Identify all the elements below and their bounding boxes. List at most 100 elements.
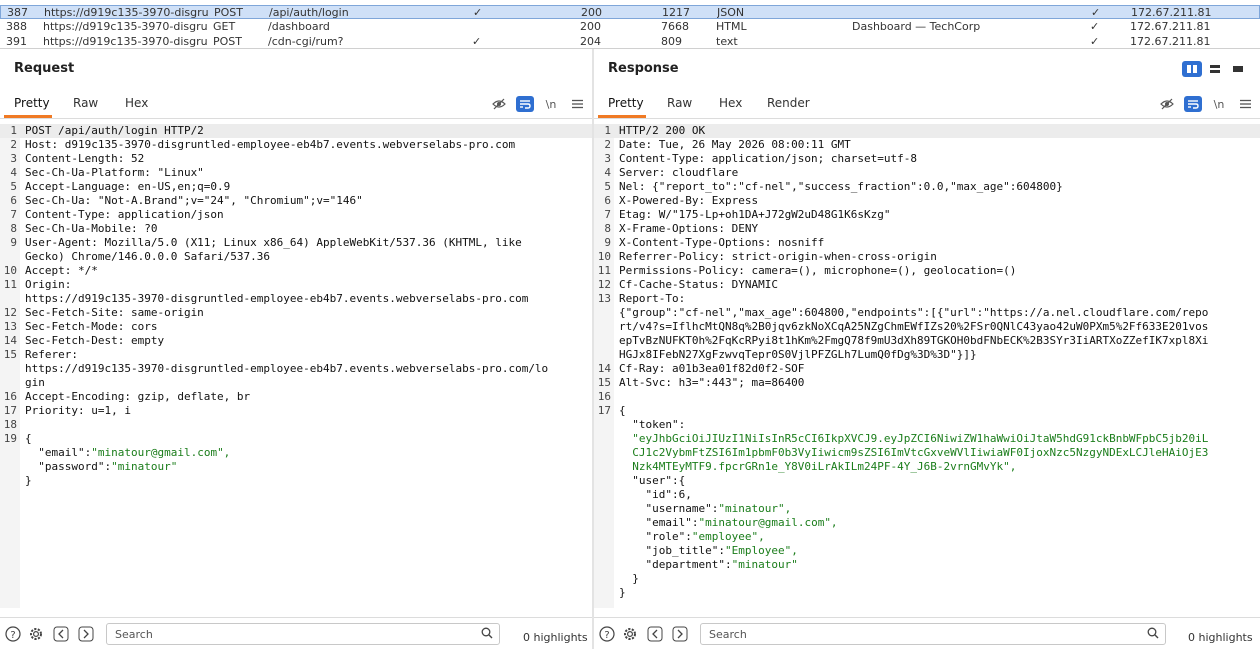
response-code-line: "user":{ (594, 474, 1260, 488)
arrow-right-icon[interactable] (77, 626, 95, 644)
request-code-line: https://d919c135-3970-disgruntled-employ… (0, 292, 592, 306)
response-code-line: "role":"employee", (594, 530, 1260, 544)
request-tab-pretty[interactable]: Pretty (14, 96, 50, 110)
response-tab-pretty[interactable]: Pretty (608, 96, 644, 110)
line-text: Content-Length: 52 (25, 152, 145, 165)
response-code-line: 9 X-Content-Type-Options: nosniff (594, 236, 1260, 250)
line-number: 17 (597, 404, 611, 417)
history-row[interactable]: 387 https://d919c135-3970-disgrun... POST /… (0, 5, 1260, 19)
history-cell-num: 388 (6, 20, 27, 33)
request-search-field[interactable] (106, 623, 500, 645)
request-tab-raw[interactable]: Raw (73, 96, 98, 110)
line-text: {"group":"cf-nel","max_age":604800,"endp… (619, 306, 1209, 319)
eye-slash-icon[interactable] (490, 96, 508, 112)
request-tab-hex[interactable]: Hex (125, 96, 148, 110)
line-text: { (619, 404, 626, 417)
request-code-line: 3 Content-Length: 52 (0, 152, 592, 166)
line-text: "eyJhbGciOiJIUzI1NiIsInR5cCI6IkpXVCJ9.ey… (619, 432, 1209, 445)
response-code-line: 12 Cf-Cache-Status: DYNAMIC (594, 278, 1260, 292)
response-tab-hex[interactable]: Hex (719, 96, 742, 110)
request-editor-tools: \n (490, 96, 586, 112)
response-code-line: } (594, 586, 1260, 600)
line-text: Sec-Ch-Ua: "Not-A.Brand";v="24", "Chromi… (25, 194, 363, 207)
eye-slash-icon[interactable] (1158, 96, 1176, 112)
search-icon (481, 627, 493, 642)
line-number: 14 (597, 362, 611, 375)
response-code-line: 2 Date: Tue, 26 May 2026 08:00:11 GMT (594, 138, 1260, 152)
history-row[interactable]: 388 https://d919c135-3970-disgrun... GET/d… (0, 20, 1260, 34)
request-editor[interactable]: 1 POST /api/auth/login HTTP/2 2 Host: d919c… (0, 120, 592, 608)
arrow-right-icon[interactable] (671, 626, 689, 644)
history-cell-status: 200 (581, 6, 602, 19)
help-icon[interactable]: ? (4, 626, 22, 644)
line-number: 12 (3, 306, 17, 319)
history-cell-mime: JSON (717, 6, 745, 19)
request-code-line: 19 { (0, 432, 592, 446)
line-number: 3 (10, 152, 17, 165)
request-code-line: 16 Accept-Encoding: gzip, deflate, br (0, 390, 592, 404)
history-cell-tls: ✓ (1090, 20, 1100, 33)
response-code-line: "job_title":"Employee", (594, 544, 1260, 558)
line-number: 16 (3, 390, 17, 403)
request-code-line: 2 Host: d919c135-3970-disgruntled-employe… (0, 138, 592, 152)
line-number: 18 (3, 418, 17, 431)
request-code-line: 4 Sec-Ch-Ua-Platform: "Linux" (0, 166, 592, 180)
history-cell-length: 809 (661, 35, 682, 48)
line-text: } (25, 474, 32, 487)
line-text: Accept-Language: en-US,en;q=0.9 (25, 180, 231, 193)
help-icon[interactable]: ? (598, 626, 616, 644)
response-code-line: 14 Cf-Ray: a01b3ea01f82d0f2-SOF (594, 362, 1260, 376)
history-row[interactable]: 391 https://d919c135-3970-disgrun... POST /… (0, 35, 1260, 49)
request-code-line: 17 Priority: u=1, i (0, 404, 592, 418)
word-wrap-icon[interactable] (1184, 96, 1202, 112)
arrow-left-icon[interactable] (646, 626, 664, 644)
line-text: "role":"employee", (619, 530, 765, 543)
response-search-field[interactable] (700, 623, 1166, 645)
line-number: 17 (3, 404, 17, 417)
response-editor[interactable]: 1 HTTP/2 200 OK 2 Date: Tue, 26 May 2026 08… (594, 120, 1260, 608)
request-code-line: 15 Referer: (0, 348, 592, 362)
history-cell-mime: HTML (716, 20, 747, 33)
newline-icon[interactable]: \n (1210, 96, 1228, 112)
line-text: X-Frame-Options: DENY (619, 222, 759, 235)
history-cell-title: Dashboard — TechCorp ... (852, 20, 982, 33)
hamburger-menu-icon[interactable] (568, 96, 586, 112)
gear-icon[interactable] (621, 626, 639, 644)
response-tab-raw[interactable]: Raw (667, 96, 692, 110)
response-code-line: 6 X-Powered-By: Express (594, 194, 1260, 208)
line-number: 6 (604, 194, 611, 207)
gear-icon[interactable] (27, 626, 45, 644)
request-title: Request (14, 61, 75, 76)
hamburger-menu-icon[interactable] (1236, 96, 1254, 112)
line-number: 19 (3, 432, 17, 445)
line-number: 2 (604, 138, 611, 151)
response-search-input[interactable] (709, 628, 1081, 641)
line-text: HTTP/2 200 OK (619, 124, 706, 137)
split-columns-icon[interactable] (1182, 61, 1202, 77)
history-cell-url: /api/auth/login (269, 6, 349, 19)
word-wrap-icon[interactable] (516, 96, 534, 112)
request-active-tab-indicator (4, 115, 52, 118)
response-code-line: 1 HTTP/2 200 OK (594, 124, 1260, 138)
line-number: 10 (3, 264, 17, 277)
line-number: 5 (10, 180, 17, 193)
response-code-line: 13 Report-To: (594, 292, 1260, 306)
line-text: Alt-Svc: h3=":443"; ma=86400 (619, 376, 805, 389)
response-code-line: rt/v4?s=IflhcMtQN8q%2B0jqv6zkNoXCqA25NZg… (594, 320, 1260, 334)
line-text: HGJx8IFebN27XgFzwvqTepr0S0VjlPFZGLh7LumQ… (619, 348, 977, 361)
line-text: Cf-Cache-Status: DYNAMIC (619, 278, 778, 291)
arrow-left-icon[interactable] (52, 626, 70, 644)
split-rows-icon[interactable] (1205, 61, 1225, 77)
request-code-line: 11 Origin: (0, 278, 592, 292)
response-tab-render[interactable]: Render (767, 96, 810, 110)
request-search-input[interactable] (115, 628, 429, 641)
request-code-line: "password":"minatour" (0, 460, 592, 474)
line-text: https://d919c135-3970-disgruntled-employ… (25, 362, 549, 375)
request-code-line: "email":"minatour@gmail.com", (0, 446, 592, 460)
request-code-line: Gecko) Chrome/146.0.0.0 Safari/537.36 (0, 250, 592, 264)
single-pane-icon[interactable] (1228, 61, 1248, 77)
line-number: 1 (604, 124, 611, 137)
newline-icon[interactable]: \n (542, 96, 560, 112)
response-code-line: 8 X-Frame-Options: DENY (594, 222, 1260, 236)
line-text: "email":"minatour@gmail.com", (25, 446, 231, 459)
